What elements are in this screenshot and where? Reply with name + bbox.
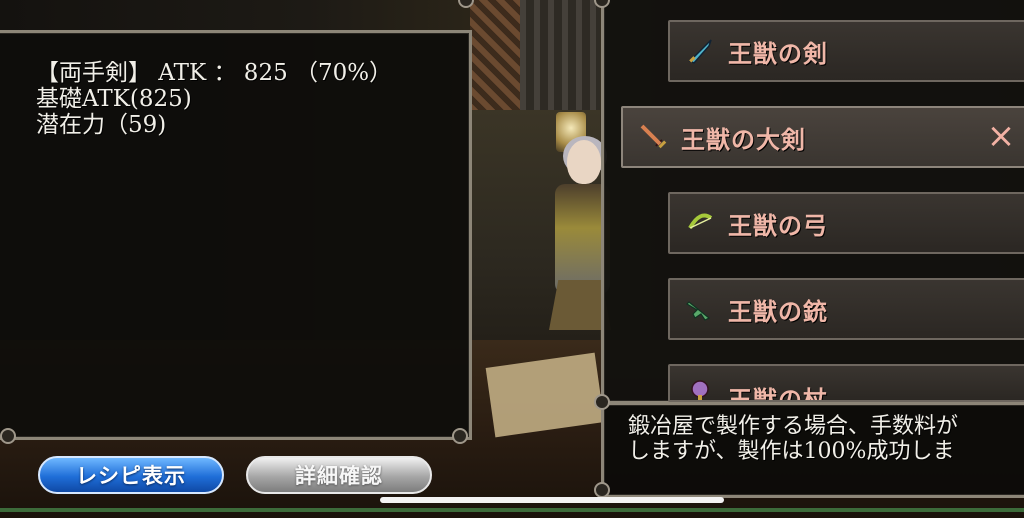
panel-corner-ornament	[594, 482, 610, 498]
weapon-item-gun[interactable]: 王獣の銃	[668, 278, 1024, 340]
stats-base-atk-line: 基礎ATK(825)	[36, 86, 192, 112]
weapon-item-label: 王獣の銃	[728, 296, 828, 326]
stats-attack-line: 【両手剣】 ATK ： 825 （70%）	[36, 60, 393, 86]
bow-icon	[684, 207, 716, 239]
stats-potential-line: 潜在力（59)	[36, 112, 167, 138]
detail-confirm-button[interactable]: 詳細確認	[246, 456, 432, 494]
close-icon[interactable]: ×	[984, 119, 1018, 154]
weapon-stats-text: 【両手剣】 ATK ： 825 （70%） 基礎ATK(825) 潜在力（59)	[36, 60, 392, 138]
description-line-1: 鍛冶屋で製作する場合、手数料が	[628, 414, 959, 439]
panel-corner-ornament	[452, 428, 468, 444]
panel-corner-ornament	[0, 428, 16, 444]
bottom-progress-bar	[0, 508, 1024, 512]
shopkeeper-character	[545, 136, 611, 340]
home-indicator[interactable]	[380, 497, 724, 503]
staff-icon	[684, 378, 716, 400]
recipe-display-button[interactable]: レシピ表示	[38, 456, 224, 494]
weapon-item-sword[interactable]: 王獣の剣	[668, 20, 1024, 82]
weapon-item-bow[interactable]: 王獣の弓	[668, 192, 1024, 254]
sword-icon	[684, 35, 716, 67]
weapon-item-label: 王獣の剣	[728, 38, 828, 68]
panel-corner-ornament	[594, 394, 610, 410]
weapon-item-label: 王獣の弓	[728, 210, 828, 240]
description-text: 鍛冶屋で製作する場合、手数料が しますが、製作は100%成功しま	[628, 414, 958, 464]
gun-icon	[684, 293, 716, 325]
weapon-item-label: 王獣の大剣	[681, 124, 806, 154]
description-line-2: しますが、製作は100%成功しま	[628, 439, 955, 464]
weapon-item-staff[interactable]: 王獣の杖	[668, 364, 1024, 402]
weapon-item-label: 王獣の杖	[728, 385, 828, 402]
weapon-item-greatsword[interactable]: 王獣の大剣 ×	[621, 106, 1024, 168]
tapestry-decoration	[470, 0, 520, 110]
greatsword-icon	[637, 121, 669, 153]
